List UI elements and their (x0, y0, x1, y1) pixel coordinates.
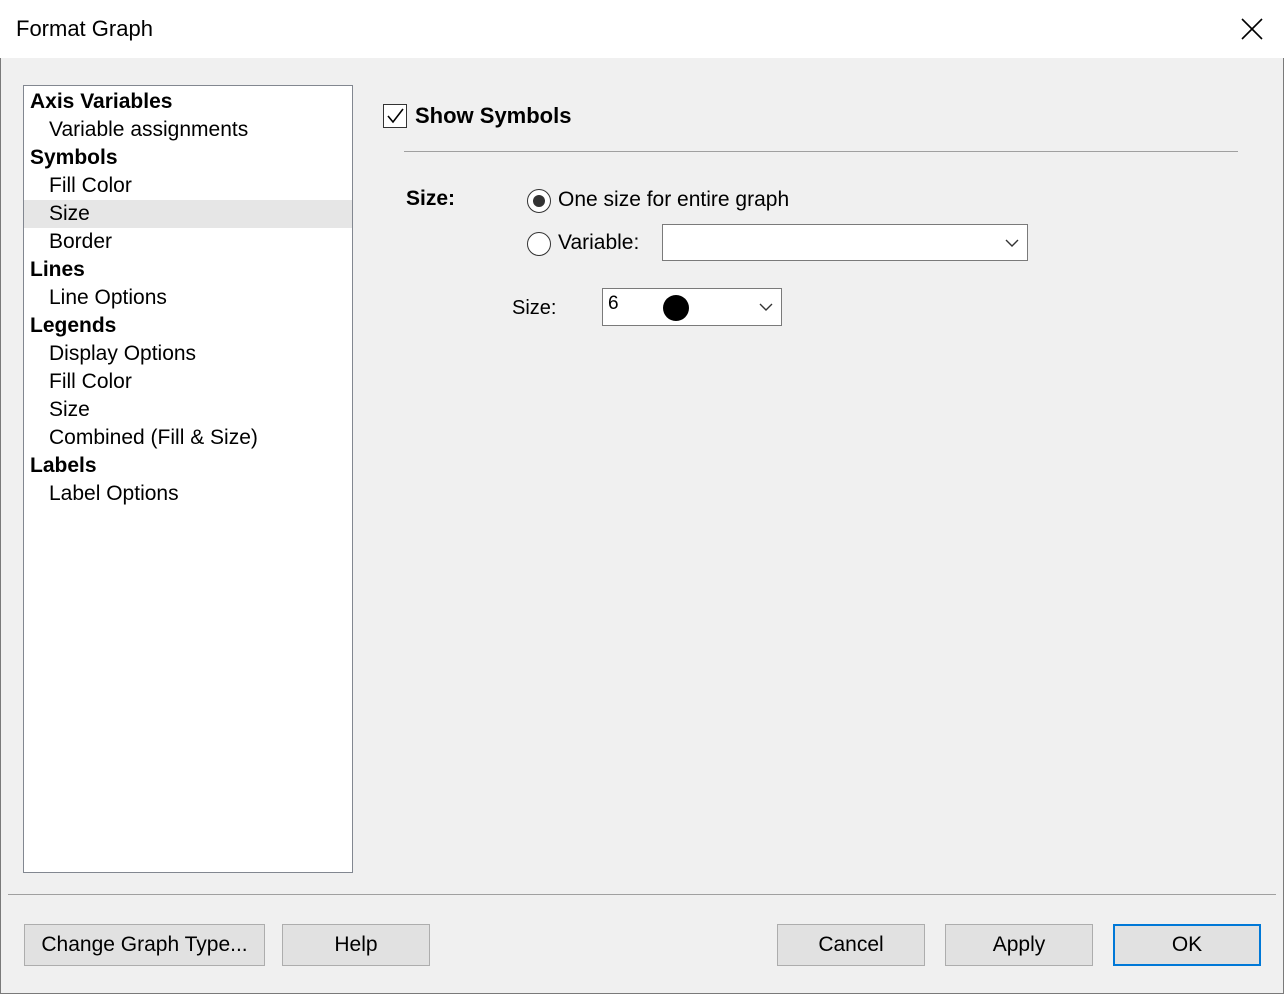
chevron-down-icon (759, 303, 773, 311)
tree-item-symbols[interactable]: Symbols (24, 144, 352, 172)
tree-item-lines[interactable]: Lines (24, 256, 352, 284)
one-size-radio-label[interactable]: One size for entire graph (558, 188, 789, 212)
dialog-title: Format Graph (16, 16, 153, 41)
category-tree[interactable]: Axis Variables Variable assignments Symb… (23, 85, 353, 873)
tree-item-line-options[interactable]: Line Options (24, 284, 352, 312)
symbol-preview-dot (663, 295, 689, 321)
tree-item-display-options[interactable]: Display Options (24, 340, 352, 368)
tree-item-variable-assignments[interactable]: Variable assignments (24, 116, 352, 144)
help-button[interactable]: Help (282, 924, 430, 966)
variable-radio[interactable] (527, 232, 551, 256)
footer-separator (8, 894, 1276, 895)
tree-item-combined[interactable]: Combined (Fill & Size) (24, 424, 352, 452)
cancel-button[interactable]: Cancel (777, 924, 925, 966)
title-bar: Format Graph (0, 0, 1284, 58)
tree-item-labels[interactable]: Labels (24, 452, 352, 480)
close-button[interactable] (1220, 0, 1284, 58)
tree-item-symbols-fill-color[interactable]: Fill Color (24, 172, 352, 200)
checkmark-icon (387, 108, 404, 124)
one-size-radio[interactable] (527, 189, 551, 213)
change-graph-type-button[interactable]: Change Graph Type... (24, 924, 265, 966)
radio-selected-dot (533, 195, 545, 207)
show-symbols-label: Show Symbols (415, 103, 572, 128)
close-icon (1241, 18, 1263, 40)
tree-item-legends-size[interactable]: Size (24, 396, 352, 424)
tree-item-border[interactable]: Border (24, 228, 352, 256)
variable-select[interactable] (662, 224, 1028, 261)
chevron-down-icon (1005, 239, 1019, 247)
symbol-size-value: 6 (608, 293, 619, 314)
ok-button[interactable]: OK (1113, 924, 1261, 966)
show-symbols-checkbox[interactable] (383, 104, 407, 128)
symbol-size-select[interactable]: 6 (602, 288, 782, 326)
apply-button[interactable]: Apply (945, 924, 1093, 966)
size-heading: Size: (406, 187, 456, 210)
symbol-size-label: Size: (512, 297, 557, 319)
panel-separator (404, 151, 1238, 152)
tree-item-symbols-size[interactable]: Size (24, 200, 352, 228)
tree-item-legends-fill-color[interactable]: Fill Color (24, 368, 352, 396)
tree-item-axis-variables[interactable]: Axis Variables (24, 88, 352, 116)
variable-radio-label[interactable]: Variable: (558, 231, 639, 255)
tree-item-label-options[interactable]: Label Options (24, 480, 352, 508)
tree-item-legends[interactable]: Legends (24, 312, 352, 340)
